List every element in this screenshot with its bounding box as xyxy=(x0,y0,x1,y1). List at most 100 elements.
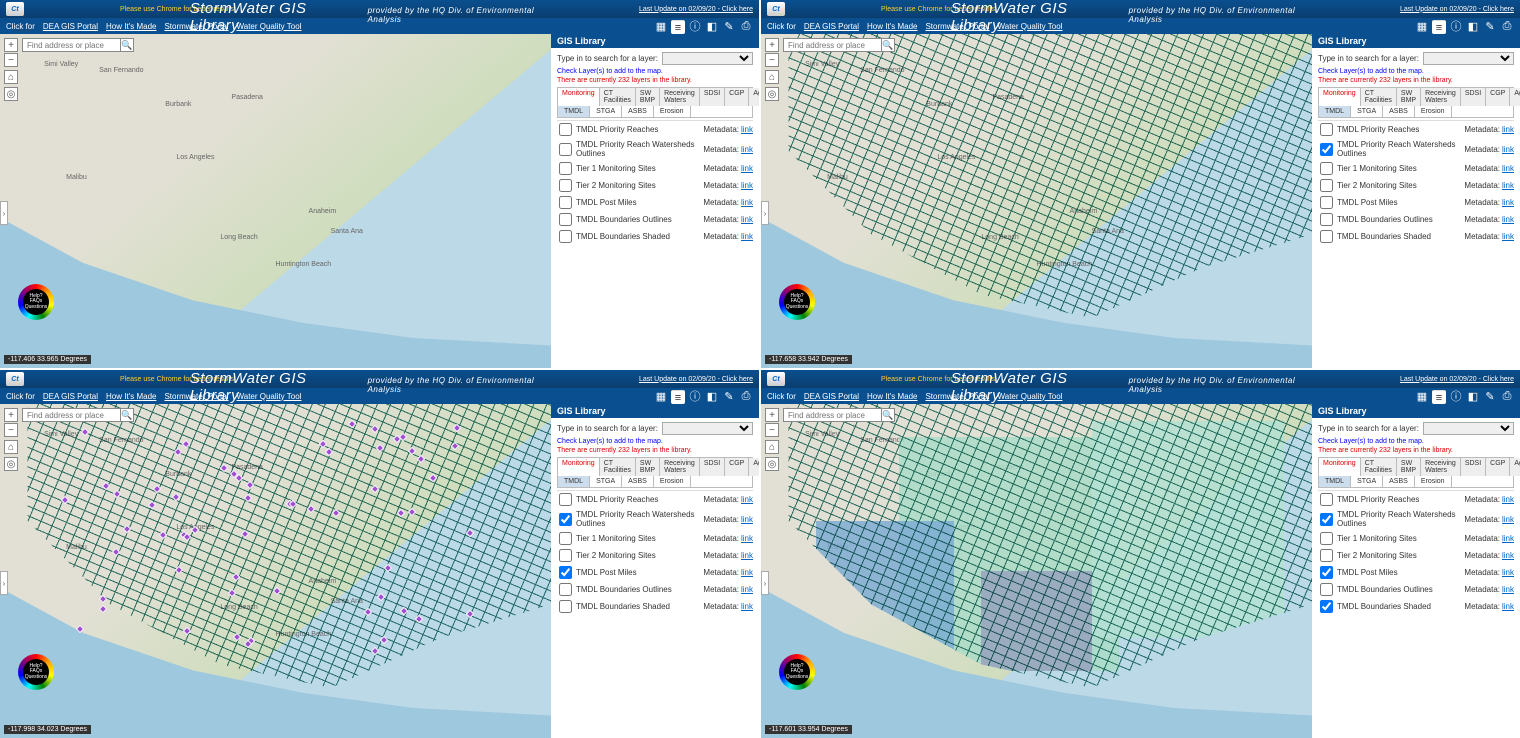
metadata-link[interactable]: link xyxy=(741,585,753,594)
tab-sw-bmp[interactable]: SW BMP xyxy=(1397,88,1421,106)
tab-receiving-waters[interactable]: Receiving Waters xyxy=(1421,88,1461,106)
metadata-link[interactable]: link xyxy=(741,551,753,560)
tab-receiving-waters[interactable]: Receiving Waters xyxy=(1421,458,1461,476)
zoom-out-button[interactable]: − xyxy=(4,423,18,437)
zoom-out-button[interactable]: − xyxy=(765,53,779,67)
map-canvas[interactable]: San FernandoPasadenaBurbankLos AngelesAn… xyxy=(761,404,1312,738)
search-input[interactable] xyxy=(22,408,120,422)
layer-checkbox[interactable] xyxy=(559,179,572,192)
layer-checkbox[interactable] xyxy=(1320,566,1333,579)
layer-checkbox[interactable] xyxy=(559,532,572,545)
metadata-link[interactable]: link xyxy=(1502,181,1514,190)
layer-checkbox[interactable] xyxy=(1320,600,1333,613)
info-icon[interactable]: ⓘ xyxy=(688,389,702,403)
layer-search-select[interactable] xyxy=(1423,422,1514,435)
last-update-link[interactable]: Last Update on 02/09/20 - Click here xyxy=(639,376,753,383)
tab-cgp[interactable]: CGP xyxy=(725,458,749,476)
search-icon[interactable]: 🔍 xyxy=(881,38,895,52)
zoom-in-button[interactable]: + xyxy=(765,38,779,52)
tab-monitoring[interactable]: Monitoring xyxy=(558,88,600,106)
tab-monitoring[interactable]: Monitoring xyxy=(1319,458,1361,476)
metadata-link[interactable]: link xyxy=(1502,534,1514,543)
tab-monitoring[interactable]: Monitoring xyxy=(1319,88,1361,106)
tab-sdsi[interactable]: SDSI xyxy=(1461,458,1486,476)
info-icon[interactable]: ⓘ xyxy=(1449,389,1463,403)
layer-checkbox[interactable] xyxy=(1320,493,1333,506)
metadata-link[interactable]: link xyxy=(1502,585,1514,594)
layer-checkbox[interactable] xyxy=(559,143,572,156)
nav-link[interactable]: DEA GIS Portal xyxy=(804,392,859,401)
info-icon[interactable]: ⓘ xyxy=(688,19,702,33)
subtab-asbs[interactable]: ASBS xyxy=(622,106,654,117)
layer-checkbox[interactable] xyxy=(1320,196,1333,209)
layer-checkbox[interactable] xyxy=(559,600,572,613)
basemap-icon[interactable]: ▦ xyxy=(1415,19,1429,33)
panel-expand-button[interactable]: › xyxy=(761,201,769,225)
layer-search-select[interactable] xyxy=(662,52,753,65)
nav-link[interactable]: DEA GIS Portal xyxy=(43,22,98,31)
map-canvas[interactable]: San FernandoPasadenaBurbankLos AngelesAn… xyxy=(0,34,551,368)
legend-icon[interactable]: ◧ xyxy=(1466,389,1480,403)
metadata-link[interactable]: link xyxy=(1502,602,1514,611)
metadata-link[interactable]: link xyxy=(1502,125,1514,134)
tab-monitoring[interactable]: Monitoring xyxy=(558,458,600,476)
tab-agencies[interactable]: Agencies xyxy=(1510,88,1520,106)
metadata-link[interactable]: link xyxy=(741,515,753,524)
layer-checkbox[interactable] xyxy=(559,213,572,226)
nav-link[interactable]: How It's Made xyxy=(106,22,156,31)
nav-link[interactable]: DEA GIS Portal xyxy=(804,22,859,31)
search-icon[interactable]: 🔍 xyxy=(120,408,134,422)
metadata-link[interactable]: link xyxy=(741,125,753,134)
layer-checkbox[interactable] xyxy=(1320,213,1333,226)
tab-cgp[interactable]: CGP xyxy=(1486,458,1510,476)
subtab-tmdl[interactable]: TMDL xyxy=(558,106,590,117)
search-icon[interactable]: 🔍 xyxy=(881,408,895,422)
metadata-link[interactable]: link xyxy=(741,232,753,241)
layer-search-select[interactable] xyxy=(1423,52,1514,65)
tab-sw-bmp[interactable]: SW BMP xyxy=(636,88,660,106)
zoom-in-button[interactable]: + xyxy=(4,408,18,422)
subtab-erosion[interactable]: Erosion xyxy=(1415,106,1452,117)
map-canvas[interactable]: San FernandoPasadenaBurbankLos AngelesAn… xyxy=(761,34,1312,368)
tab-ct-facilities[interactable]: CT Facilities xyxy=(600,458,636,476)
layer-checkbox[interactable] xyxy=(1320,583,1333,596)
last-update-link[interactable]: Last Update on 02/09/20 - Click here xyxy=(639,6,753,13)
tab-cgp[interactable]: CGP xyxy=(1486,88,1510,106)
metadata-link[interactable]: link xyxy=(1502,145,1514,154)
zoom-in-button[interactable]: + xyxy=(4,38,18,52)
locate-button[interactable]: ◎ xyxy=(765,457,779,471)
metadata-link[interactable]: link xyxy=(1502,198,1514,207)
legend-icon[interactable]: ◧ xyxy=(705,389,719,403)
metadata-link[interactable]: link xyxy=(741,198,753,207)
layer-checkbox[interactable] xyxy=(559,549,572,562)
subtab-asbs[interactable]: ASBS xyxy=(1383,476,1415,487)
nav-link[interactable]: How It's Made xyxy=(867,392,917,401)
layer-checkbox[interactable] xyxy=(559,566,572,579)
legend-icon[interactable]: ◧ xyxy=(1466,19,1480,33)
layer-checkbox[interactable] xyxy=(1320,532,1333,545)
subtab-stga[interactable]: STGA xyxy=(590,106,622,117)
metadata-link[interactable]: link xyxy=(1502,551,1514,560)
subtab-asbs[interactable]: ASBS xyxy=(622,476,654,487)
layer-checkbox[interactable] xyxy=(1320,123,1333,136)
search-input[interactable] xyxy=(783,38,881,52)
metadata-link[interactable]: link xyxy=(741,534,753,543)
tab-ct-facilities[interactable]: CT Facilities xyxy=(1361,88,1397,106)
tab-sw-bmp[interactable]: SW BMP xyxy=(636,458,660,476)
layer-checkbox[interactable] xyxy=(559,583,572,596)
subtab-stga[interactable]: STGA xyxy=(1351,106,1383,117)
subtab-tmdl[interactable]: TMDL xyxy=(1319,106,1351,117)
tab-sdsi[interactable]: SDSI xyxy=(1461,88,1486,106)
layer-checkbox[interactable] xyxy=(559,230,572,243)
nav-link[interactable]: How It's Made xyxy=(106,392,156,401)
home-button[interactable]: ⌂ xyxy=(4,70,18,84)
help-wheel-icon[interactable]: Help? FAQs Questions xyxy=(18,284,54,320)
help-wheel-icon[interactable]: Help? FAQs Questions xyxy=(18,654,54,690)
tab-sdsi[interactable]: SDSI xyxy=(700,458,725,476)
layer-checkbox[interactable] xyxy=(1320,162,1333,175)
metadata-link[interactable]: link xyxy=(741,181,753,190)
tools-icon[interactable]: ✎ xyxy=(1483,19,1497,33)
subtab-erosion[interactable]: Erosion xyxy=(1415,476,1452,487)
layer-search-select[interactable] xyxy=(662,422,753,435)
tab-receiving-waters[interactable]: Receiving Waters xyxy=(660,458,700,476)
